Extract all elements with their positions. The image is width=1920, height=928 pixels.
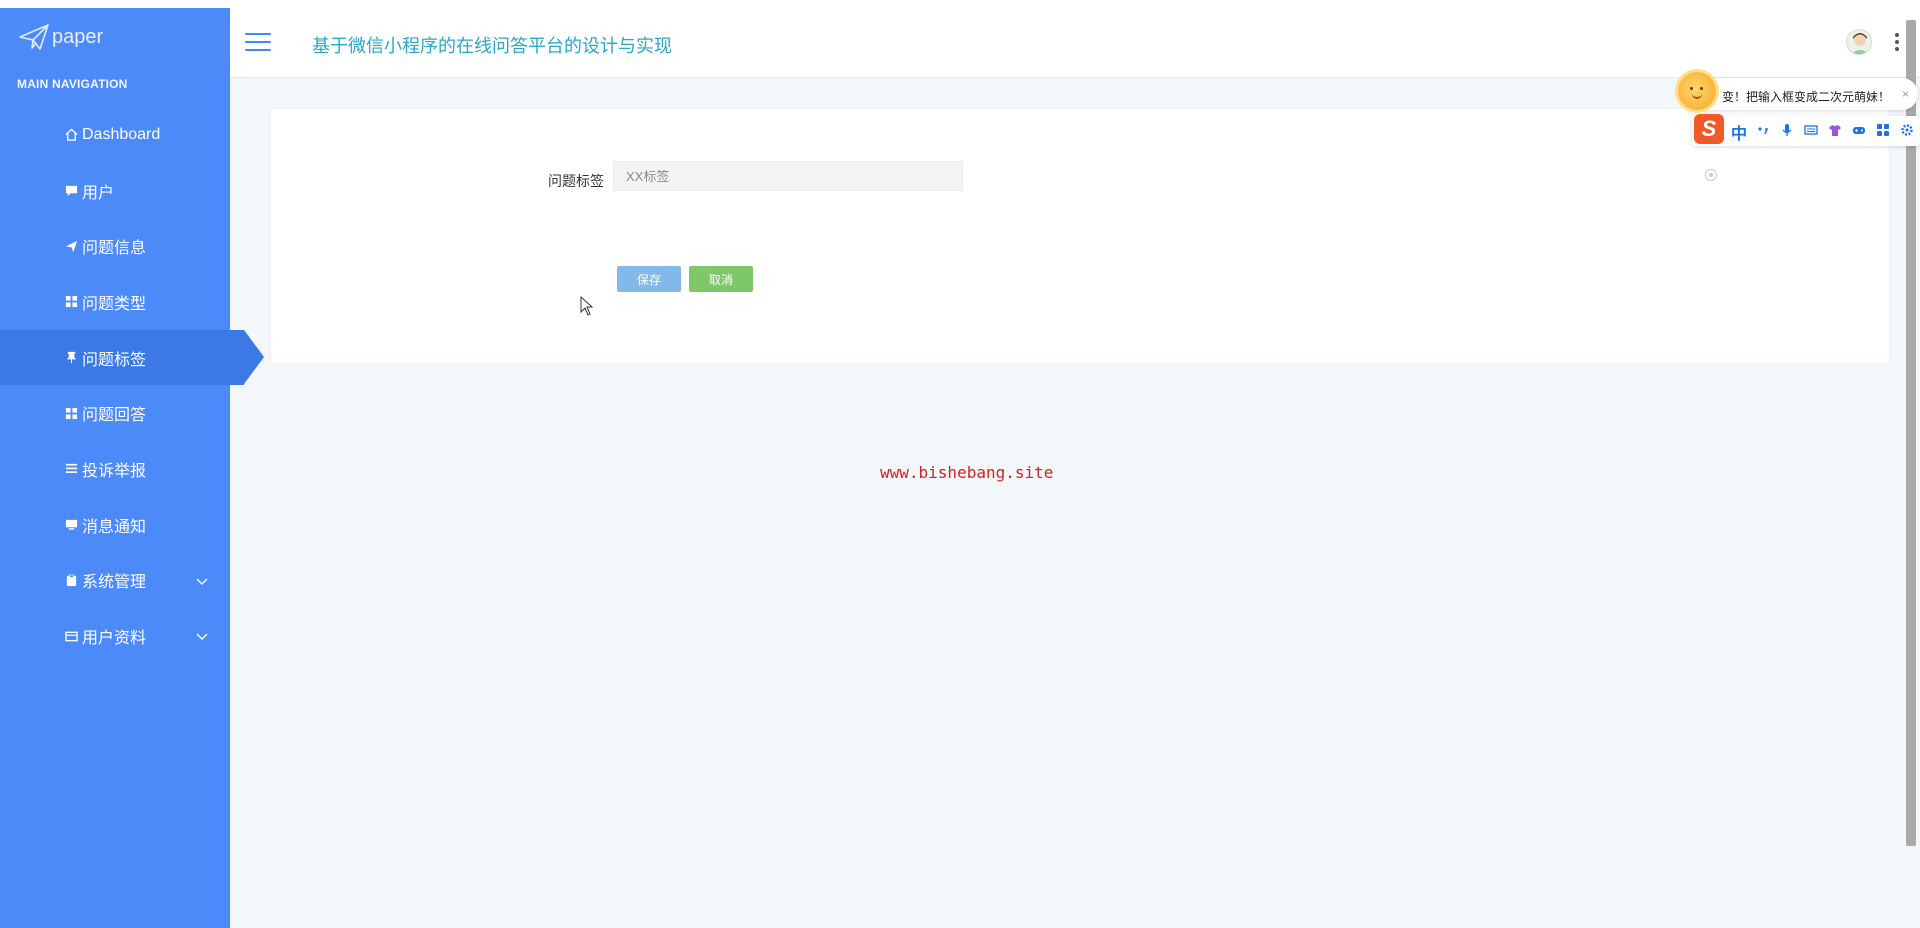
top-header: 基于微信小程序的在线问答平台的设计与实现 (230, 8, 1920, 78)
user-avatar-icon (1851, 33, 1869, 54)
sogou-logo-icon[interactable]: S (1694, 114, 1724, 144)
grid-icon (63, 294, 79, 310)
sidebar-item-label: 系统管理 (82, 574, 147, 592)
logo-text: paper (52, 25, 104, 48)
clipboard-icon (63, 572, 79, 588)
nav-section-title: MAIN NAVIGATION (17, 77, 128, 91)
sidebar-item-question-info[interactable]: 问题信息 (0, 218, 230, 274)
sidebar-item-system-management[interactable]: 系统管理 (0, 553, 230, 609)
clear-circle-icon[interactable] (1705, 169, 1717, 181)
keyboard-icon[interactable] (1804, 123, 1818, 137)
sidebar-item-label: Dashboard (82, 125, 161, 143)
sun-mascot-icon (1678, 72, 1716, 110)
sidebar-item-users[interactable]: 用户 (0, 163, 230, 219)
sidebar-item-label: 消息通知 (82, 518, 147, 536)
sidebar-item-label: 问题标签 (82, 351, 147, 369)
ime-tip-close-icon[interactable]: × (1902, 87, 1909, 101)
avatar[interactable] (1846, 29, 1872, 55)
menu-toggle-icon[interactable] (245, 33, 271, 53)
apps-grid-icon[interactable] (1876, 123, 1890, 137)
monitor-icon (63, 517, 79, 533)
ime-tip-text: 变！把输入框变成二次元萌妹！ (1722, 90, 1891, 104)
id-card-icon (63, 628, 79, 644)
page-title: 基于微信小程序的在线问答平台的设计与实现 (312, 36, 672, 56)
sidebar: paper MAIN NAVIGATION Dashboard 用户 问题信息 (0, 8, 264, 928)
sidebar-item-label: 问题信息 (82, 240, 147, 258)
skin-shirt-icon[interactable] (1828, 123, 1842, 137)
paper-plane-icon (19, 24, 49, 50)
sidebar-item-label: 用户 (82, 184, 115, 202)
tag-field-label: 问题标签 (548, 173, 604, 189)
save-button[interactable]: 保存 (617, 266, 681, 292)
sidebar-item-label: 问题回答 (82, 407, 147, 425)
ime-mode-toggle[interactable]: 中 (1731, 120, 1747, 144)
tag-input[interactable] (613, 161, 963, 191)
sidebar-item-question-types[interactable]: 问题类型 (0, 274, 230, 330)
chevron-down-icon (196, 633, 208, 641)
grid-icon (63, 405, 79, 421)
sidebar-item-label: 用户资料 (82, 630, 147, 648)
thumbtack-icon (63, 350, 79, 366)
watermark-text: www.bishebang.site (880, 463, 1054, 482)
main-navigation: Dashboard 用户 问题信息 问题类型 问题标签 问题回答 投诉举报 消息… (0, 107, 264, 664)
mouse-pointer-icon (580, 296, 594, 316)
comment-icon (63, 183, 79, 199)
sidebar-item-question-tags[interactable]: 问题标签 (0, 329, 264, 386)
sidebar-item-label: 问题类型 (82, 295, 147, 313)
chevron-down-icon (196, 578, 208, 585)
top-strip (0, 0, 1920, 8)
send-icon (63, 238, 79, 254)
microphone-icon[interactable] (1780, 123, 1794, 137)
sidebar-item-dashboard[interactable]: Dashboard (0, 107, 230, 163)
edit-form-card: 问题标签 保存 取消 (270, 108, 1890, 364)
logo[interactable]: paper (18, 22, 103, 52)
settings-gear-icon[interactable] (1900, 123, 1914, 137)
list-icon (63, 461, 79, 477)
cancel-button[interactable]: 取消 (689, 266, 753, 292)
sidebar-item-user-profile[interactable]: 用户资料 (0, 608, 230, 664)
sidebar-item-notifications[interactable]: 消息通知 (0, 497, 230, 553)
punctuation-icon[interactable] (1756, 123, 1770, 137)
sidebar-item-label: 投诉举报 (82, 462, 147, 480)
gamepad-icon[interactable] (1852, 123, 1866, 137)
more-options-icon[interactable] (1894, 33, 1900, 53)
home-icon (63, 127, 79, 143)
sidebar-item-complaints[interactable]: 投诉举报 (0, 441, 230, 497)
sidebar-item-question-answers[interactable]: 问题回答 (0, 385, 230, 441)
